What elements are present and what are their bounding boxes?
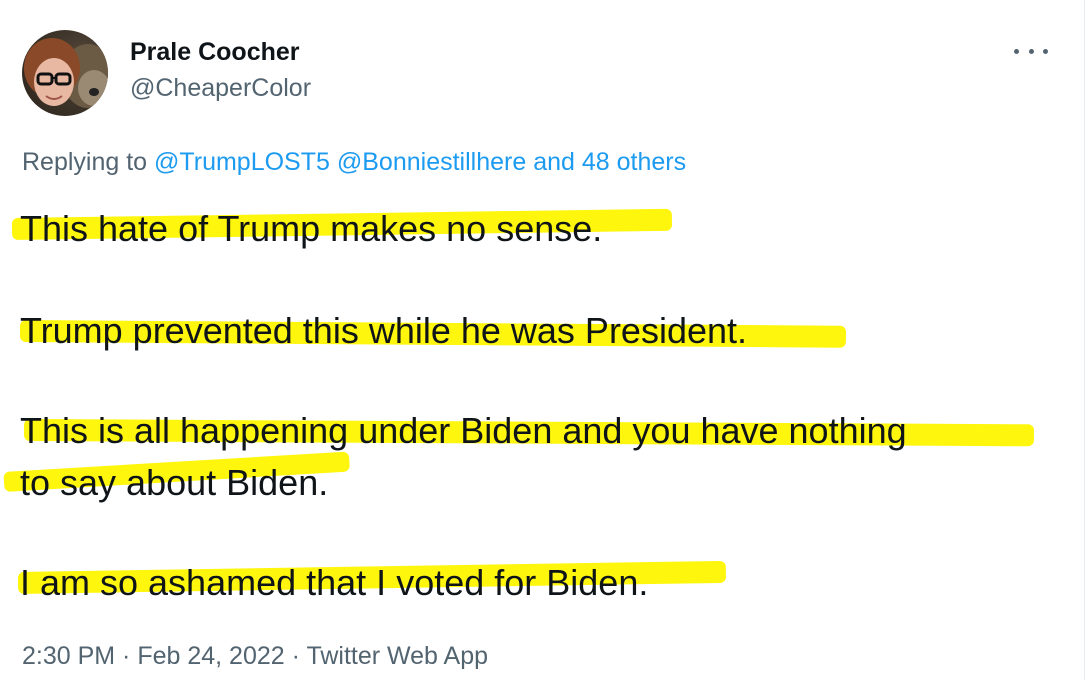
meta-separator: · bbox=[115, 642, 138, 670]
tweet-text-line: This is all happening under Biden and yo… bbox=[20, 410, 907, 451]
replying-to: Replying to @TrumpLOST5 @Bonniestillhere… bbox=[22, 148, 686, 177]
more-dot bbox=[1028, 48, 1034, 54]
mention-bonniestillhere[interactable]: @Bonniestillhere bbox=[337, 148, 526, 176]
author-name[interactable]: Prale Coocher bbox=[130, 38, 300, 67]
others-link[interactable]: and 48 others bbox=[533, 148, 686, 176]
tweet-meta: 2:30 PM · Feb 24, 2022 · Twitter Web App bbox=[22, 642, 488, 671]
author-handle[interactable]: @CheaperColor bbox=[130, 74, 311, 103]
tweet-time[interactable]: 2:30 PM bbox=[22, 642, 115, 670]
tweet-card: Prale Coocher @CheaperColor Replying to … bbox=[0, 0, 1085, 680]
tweet-text-line: to say about Biden. bbox=[20, 462, 329, 503]
tweet-text-line: I am so ashamed that I voted for Biden. bbox=[20, 562, 649, 603]
tweet-source[interactable]: Twitter Web App bbox=[306, 642, 488, 670]
more-dot bbox=[1014, 48, 1019, 54]
mention-trumplost5[interactable]: @TrumpLOST5 bbox=[154, 148, 330, 176]
tweet-date[interactable]: Feb 24, 2022 bbox=[137, 642, 284, 670]
more-dot bbox=[1043, 48, 1048, 54]
replying-prefix: Replying to bbox=[22, 148, 155, 176]
tweet-text-line: This hate of Trump makes no sense. bbox=[20, 208, 603, 249]
tweet-text-line: Trump prevented this while he was Presid… bbox=[20, 310, 748, 351]
more-horizontal-icon[interactable] bbox=[1014, 36, 1048, 66]
avatar[interactable] bbox=[22, 30, 108, 116]
meta-separator: · bbox=[284, 642, 307, 670]
